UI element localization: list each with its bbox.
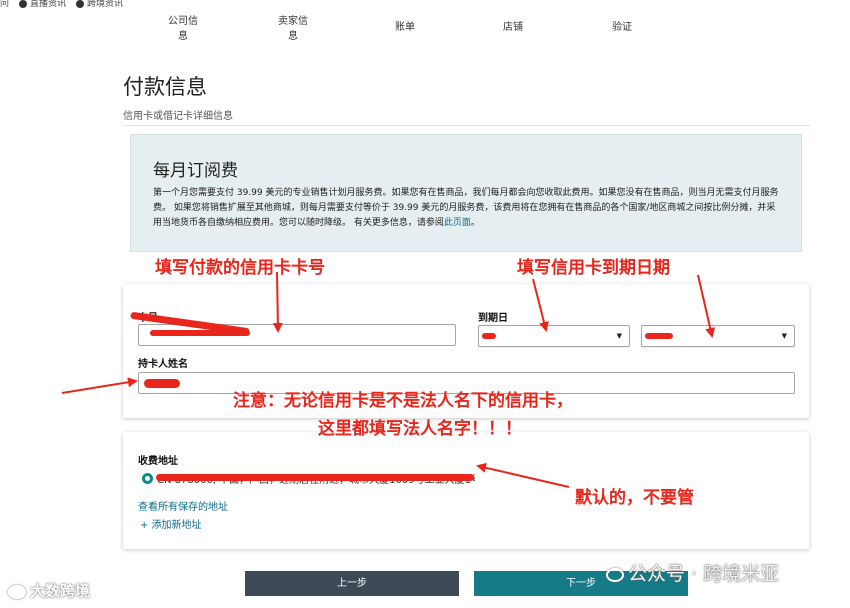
arrow-to-address: [476, 462, 570, 488]
watermark-left: 大数跨境: [8, 580, 90, 601]
wechat-icon: [606, 567, 624, 582]
arrow-to-expiry-year: [697, 274, 716, 338]
watermark-right: 公众号 · 跨境米亚: [606, 559, 779, 586]
arrow-to-expiry-month: [532, 278, 549, 332]
arrow-to-card-number: [272, 271, 283, 333]
annotation-arrows: [61, 271, 716, 488]
logo-icon: [8, 584, 26, 599]
arrow-to-cardholder: [61, 377, 138, 394]
